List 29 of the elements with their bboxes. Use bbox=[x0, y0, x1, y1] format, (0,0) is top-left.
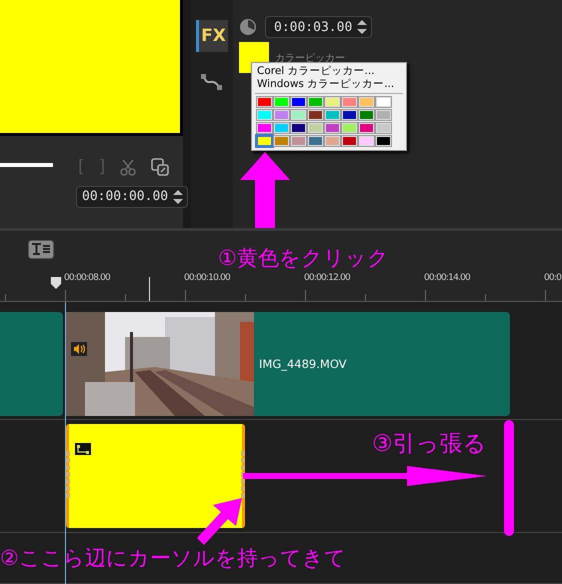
clip-name: IMG_4489.MOV bbox=[259, 357, 347, 371]
ruler-label: 00:00:12.00 bbox=[304, 273, 350, 283]
playhead-marker[interactable] bbox=[50, 275, 62, 291]
color-clip[interactable] bbox=[66, 424, 245, 528]
menu-item[interactable]: Corel カラーピッカー... bbox=[255, 65, 403, 78]
annotation-text: ③引っ張る bbox=[372, 430, 487, 459]
annotation-text: ②ここら辺にカーソルを持ってきて bbox=[0, 545, 346, 572]
color-picker-label: カラーピッカー bbox=[275, 52, 345, 64]
video-clip[interactable] bbox=[0, 312, 63, 416]
spinner-icon[interactable] bbox=[172, 188, 184, 204]
ruler-label: 00:00:14.00 bbox=[424, 273, 470, 283]
scissors-icon[interactable] bbox=[119, 158, 138, 176]
timecode-field[interactable]: 00:00:00.00 bbox=[76, 186, 188, 208]
ruler-label: 00:0 bbox=[544, 273, 562, 283]
audio-icon bbox=[71, 342, 87, 356]
title-icon[interactable] bbox=[28, 240, 54, 258]
ruler-label: 00:00:08.00 bbox=[64, 273, 110, 283]
copy-icon[interactable] bbox=[151, 158, 170, 176]
clock-icon bbox=[239, 18, 257, 36]
motion-path-icon bbox=[75, 443, 91, 455]
diagonal-arrow bbox=[196, 498, 242, 546]
video-clip[interactable]: IMG_4489.MOV bbox=[65, 312, 510, 416]
color-swatch[interactable] bbox=[257, 136, 272, 146]
ruler-label: 00:00:10.00 bbox=[184, 273, 230, 283]
spinner-icon[interactable] bbox=[356, 19, 368, 35]
menu-item[interactable]: Windows カラーピッカー... bbox=[255, 78, 403, 91]
duration-field[interactable]: 0:00:03.00 bbox=[265, 16, 372, 38]
timeline-ruler[interactable]: 00:00:08.00 00:00:10.00 00:00:12.00 00:00:14.00 00:0 bbox=[0, 267, 562, 302]
fx-tab[interactable]: FX bbox=[196, 20, 228, 52]
